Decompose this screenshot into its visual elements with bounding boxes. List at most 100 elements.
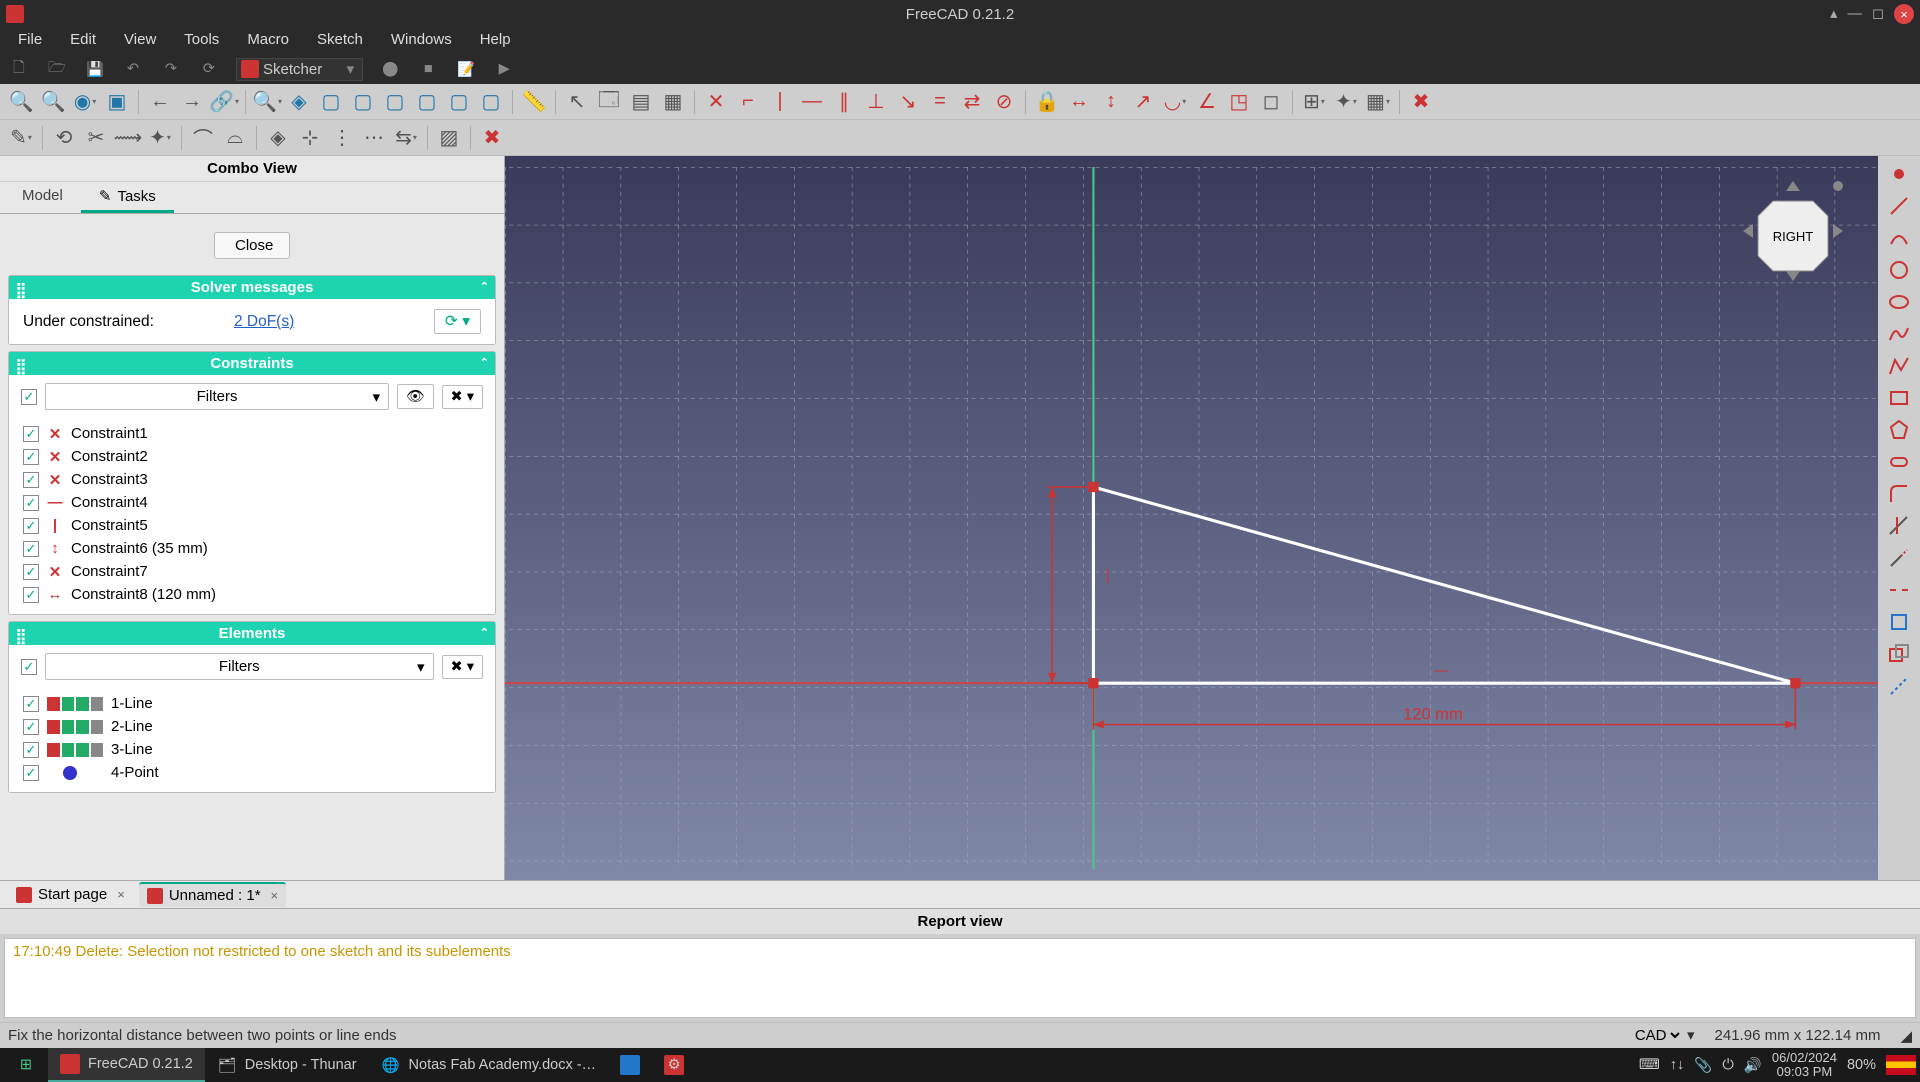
select-haxis-icon[interactable]: ⋯ bbox=[361, 125, 387, 151]
top-view-icon[interactable]: ▢ bbox=[350, 89, 376, 115]
draw-style-icon[interactable]: ◉ bbox=[72, 89, 98, 115]
taskbar-app-chrome[interactable]: 🌐 Notas Fab Academy.docx -… bbox=[369, 1049, 609, 1081]
lock-constraint-icon[interactable]: 🔒 bbox=[1034, 89, 1060, 115]
arc-tool-icon[interactable] bbox=[1885, 224, 1913, 252]
external-geometry-icon[interactable] bbox=[1885, 608, 1913, 636]
block-constraint-icon[interactable]: ⊘ bbox=[991, 89, 1017, 115]
right-view-icon[interactable]: ▢ bbox=[382, 89, 408, 115]
construction-toggle-icon[interactable] bbox=[1885, 672, 1913, 700]
element-checkbox[interactable] bbox=[23, 742, 39, 758]
menu-tools[interactable]: Tools bbox=[170, 28, 233, 54]
carbon-copy-icon[interactable] bbox=[1885, 640, 1913, 668]
collapse-icon[interactable]: ⌃ bbox=[480, 626, 489, 639]
taskbar-app-freecad[interactable]: FreeCAD 0.21.2 bbox=[48, 1048, 205, 1082]
map-sketch-icon[interactable]: ▦ bbox=[660, 89, 686, 115]
menu-view[interactable]: View bbox=[110, 28, 170, 54]
constraint-settings-button[interactable]: ✖ ▾ bbox=[442, 385, 483, 409]
view-sketch-icon[interactable]: 🗔 bbox=[596, 89, 622, 115]
constraint-checkbox[interactable] bbox=[23, 472, 39, 488]
menu-help[interactable]: Help bbox=[466, 28, 525, 54]
constraint-item[interactable]: ✕Constraint7 bbox=[23, 560, 481, 583]
tray-volume-icon[interactable]: 🔊 bbox=[1744, 1057, 1762, 1074]
report-view-body[interactable]: 17:10:49 Delete: Selection not restricte… bbox=[4, 938, 1916, 1018]
trim-tool-icon[interactable] bbox=[1885, 512, 1913, 540]
collapse-icon[interactable]: ⌃ bbox=[480, 280, 489, 293]
snell-icon[interactable]: ◳ bbox=[1226, 89, 1252, 115]
element-checkbox[interactable] bbox=[23, 765, 39, 781]
snap-icon[interactable]: ✦ bbox=[1333, 89, 1359, 115]
extend-tool-icon[interactable] bbox=[1885, 544, 1913, 572]
link-icon[interactable]: 🔗 bbox=[211, 89, 237, 115]
remove-alignment-icon[interactable]: ✖ bbox=[479, 125, 505, 151]
nav-forward-icon[interactable]: → bbox=[179, 89, 205, 115]
element-settings-button[interactable]: ✖ ▾ bbox=[442, 655, 483, 679]
nav-style-select[interactable]: CAD bbox=[1631, 1026, 1683, 1045]
rectangle-tool-icon[interactable] bbox=[1885, 384, 1913, 412]
solver-refresh-button[interactable]: ⟳ ▾ bbox=[434, 309, 481, 334]
show-constraints-button[interactable]: 👁 bbox=[397, 384, 433, 409]
menu-macro[interactable]: Macro bbox=[233, 28, 303, 54]
circle-tool-icon[interactable] bbox=[1885, 256, 1913, 284]
perpendicular-constraint-icon[interactable]: ⊥ bbox=[863, 89, 889, 115]
constraint-item[interactable]: ✕Constraint1 bbox=[23, 422, 481, 445]
constraint-item[interactable]: ↕Constraint6 (35 mm) bbox=[23, 537, 481, 560]
menu-windows[interactable]: Windows bbox=[377, 28, 466, 54]
close-shape-icon[interactable]: ⌒ bbox=[190, 125, 216, 151]
start-menu-button[interactable]: ⊞ bbox=[4, 1049, 48, 1081]
3d-viewport[interactable]: 120 mm | — RIGHT bbox=[505, 156, 1878, 880]
constraint-checkbox[interactable] bbox=[23, 564, 39, 580]
menu-sketch[interactable]: Sketch bbox=[303, 28, 377, 54]
nav-back-icon[interactable]: ← bbox=[147, 89, 173, 115]
constraint-item[interactable]: —Constraint4 bbox=[23, 491, 481, 514]
doctab-unnamed[interactable]: Unnamed : 1* × bbox=[139, 882, 286, 907]
constraints-panel-header[interactable]: ⣿ Constraints ⌃ bbox=[9, 352, 495, 375]
bounding-box-icon[interactable]: ▣ bbox=[104, 89, 130, 115]
view-section-icon[interactable]: ▤ bbox=[628, 89, 654, 115]
filter-all-checkbox[interactable] bbox=[21, 659, 37, 675]
fit-all-icon[interactable]: 🔍 bbox=[254, 89, 280, 115]
collapse-icon[interactable]: ⌃ bbox=[480, 356, 489, 369]
show-dof-icon[interactable]: ⟿ bbox=[115, 125, 141, 151]
constraint-checkbox[interactable] bbox=[23, 587, 39, 603]
parallel-constraint-icon[interactable]: ∥ bbox=[831, 89, 857, 115]
taskbar-app-thunar[interactable]: 🗂 Desktop - Thunar bbox=[205, 1049, 369, 1081]
window-pin-icon[interactable]: ▴ bbox=[1830, 6, 1837, 22]
stop-operation-icon[interactable]: ✖ bbox=[1408, 89, 1434, 115]
constraints-filter-select[interactable]: Filters bbox=[45, 383, 389, 410]
constraint-checkbox[interactable] bbox=[23, 518, 39, 534]
equal-constraint-icon[interactable]: = bbox=[927, 89, 953, 115]
open-file-icon[interactable]: 🗁 bbox=[46, 58, 68, 80]
close-tab-icon[interactable]: × bbox=[117, 887, 125, 902]
distance-icon[interactable]: ↗ bbox=[1130, 89, 1156, 115]
menu-file[interactable]: File bbox=[4, 28, 56, 54]
tray-network-icon[interactable]: ↑↓ bbox=[1670, 1057, 1685, 1073]
delete-constraints-icon[interactable]: ▨ bbox=[436, 125, 462, 151]
radius-icon[interactable]: ◡ bbox=[1162, 89, 1188, 115]
grid-icon[interactable]: ⊞ bbox=[1301, 89, 1327, 115]
undo-icon[interactable]: ↶ bbox=[122, 58, 144, 80]
select-constraints-icon[interactable]: ◈ bbox=[265, 125, 291, 151]
macro-stop-icon[interactable]: ■ bbox=[417, 58, 439, 80]
tab-model[interactable]: Model bbox=[4, 182, 81, 213]
rear-view-icon[interactable]: ▢ bbox=[414, 89, 440, 115]
doctab-start[interactable]: Start page × bbox=[8, 883, 133, 906]
distance-h-icon[interactable]: ↔ bbox=[1066, 89, 1092, 115]
close-tab-icon[interactable]: × bbox=[271, 888, 279, 903]
render-order-icon[interactable]: ▦ bbox=[1365, 89, 1391, 115]
select-elements-icon[interactable]: ✦ bbox=[147, 125, 173, 151]
horizontal-constraint-icon[interactable]: — bbox=[799, 89, 825, 115]
tray-clip-icon[interactable]: 📎 bbox=[1694, 1057, 1712, 1074]
constraint-checkbox[interactable] bbox=[23, 541, 39, 557]
angle-icon[interactable]: ∠ bbox=[1194, 89, 1220, 115]
element-item[interactable]: 1-Line bbox=[23, 692, 481, 715]
line-tool-icon[interactable] bbox=[1885, 192, 1913, 220]
element-item[interactable]: 2-Line bbox=[23, 715, 481, 738]
refresh-icon[interactable]: ⟳ bbox=[198, 58, 220, 80]
symmetry-icon[interactable]: ⇆ bbox=[393, 125, 419, 151]
constraint-checkbox[interactable] bbox=[23, 449, 39, 465]
select-origin-icon[interactable]: ⊹ bbox=[297, 125, 323, 151]
polyline-tool-icon[interactable] bbox=[1885, 352, 1913, 380]
resize-grip-icon[interactable]: ◢ bbox=[1900, 1027, 1912, 1045]
zoom-in-icon[interactable]: 🔍 bbox=[8, 89, 34, 115]
dof-link[interactable]: 2 DoF(s) bbox=[234, 313, 294, 331]
